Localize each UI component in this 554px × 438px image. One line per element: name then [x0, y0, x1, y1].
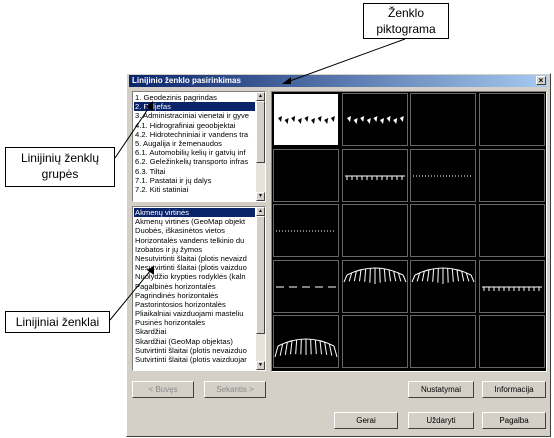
arrow-head-icon: [282, 77, 291, 84]
arrow-line: [114, 105, 151, 159]
arrow-line: [286, 38, 406, 83]
arrow-line: [109, 269, 152, 321]
callout-arrows: [109, 38, 406, 321]
